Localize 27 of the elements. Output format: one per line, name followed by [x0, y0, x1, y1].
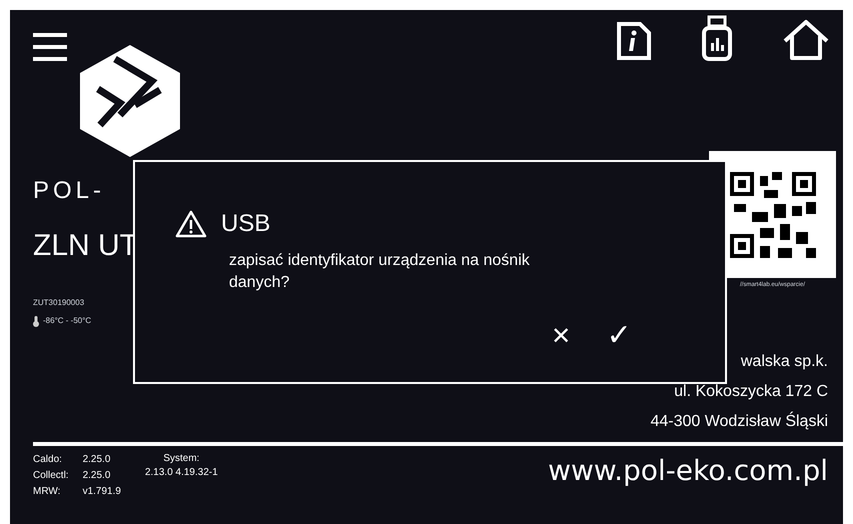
confirm-button[interactable]: ✓ — [601, 318, 637, 354]
menu-icon[interactable] — [33, 30, 67, 64]
usb-drive-icon[interactable] — [700, 15, 734, 61]
brand-name: POL- — [33, 179, 106, 203]
version-label: MRW: — [33, 485, 62, 499]
info-icon[interactable] — [616, 21, 652, 61]
website-url: www.pol-eko.com.pl — [548, 453, 828, 489]
version-value: v1.791.9 — [82, 485, 121, 499]
system-label: System: — [163, 452, 200, 466]
warning-icon — [175, 210, 207, 238]
version-label: Caldo: — [33, 453, 63, 467]
version-value: 2.25.0 — [82, 453, 112, 467]
dialog-title: USB — [221, 209, 270, 239]
thermometer-icon — [33, 316, 39, 326]
version-value: 2.25.0 — [82, 469, 112, 483]
address-line: ul. Kokoszycka 172 C — [674, 382, 828, 402]
cancel-button[interactable]: ✕ — [543, 318, 579, 354]
device-model: ZLN UT — [33, 231, 139, 261]
address-line: 44-300 Wodzisław Śląski — [650, 412, 828, 432]
temperature-range: -86°C - -50°C — [43, 315, 92, 327]
system-version: 2.13.0 4.19.32-1 — [144, 466, 218, 480]
home-icon[interactable] — [782, 19, 830, 61]
address-line: walska sp.k. — [740, 352, 828, 372]
serial-number: ZUT30190003 — [33, 297, 86, 309]
dialog-message: zapisać identyfikator urządzenia na nośnik danych? — [229, 251, 531, 293]
version-label: Collectl: — [33, 469, 69, 483]
logo-icon — [80, 45, 180, 157]
